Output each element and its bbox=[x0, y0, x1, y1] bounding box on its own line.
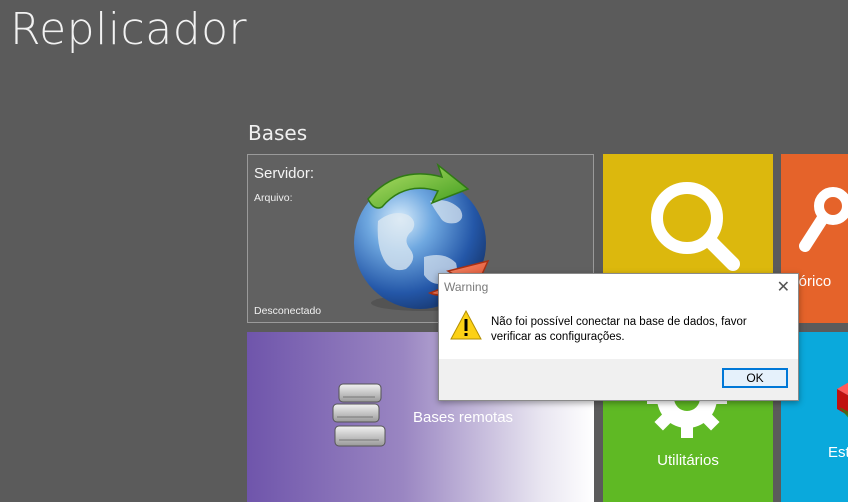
remote-bases-label: Bases remotas bbox=[413, 409, 514, 426]
dialog-footer: OK bbox=[439, 359, 798, 400]
app-title: Replicador bbox=[10, 4, 248, 55]
dialog-message: Não foi possível conectar na base de dad… bbox=[491, 316, 747, 343]
database-stack-icon bbox=[329, 382, 389, 450]
history-icon bbox=[799, 187, 848, 252]
ok-button[interactable]: OK bbox=[722, 368, 788, 388]
cube-icon bbox=[835, 377, 848, 427]
close-icon[interactable]: ✕ bbox=[777, 277, 790, 297]
utilities-label: Utilitários bbox=[657, 452, 719, 469]
stats-label: Est bbox=[828, 444, 848, 461]
dialog-title: Warning bbox=[444, 280, 489, 294]
warning-dialog: Warning ✕ Não foi possível conectar na b… bbox=[438, 273, 799, 401]
file-label: Arquivo: bbox=[254, 192, 293, 204]
warning-icon bbox=[450, 309, 482, 340]
section-title-bases: Bases bbox=[248, 121, 308, 145]
server-label: Servidor: bbox=[254, 165, 315, 182]
connection-status: Desconectado bbox=[254, 305, 322, 317]
